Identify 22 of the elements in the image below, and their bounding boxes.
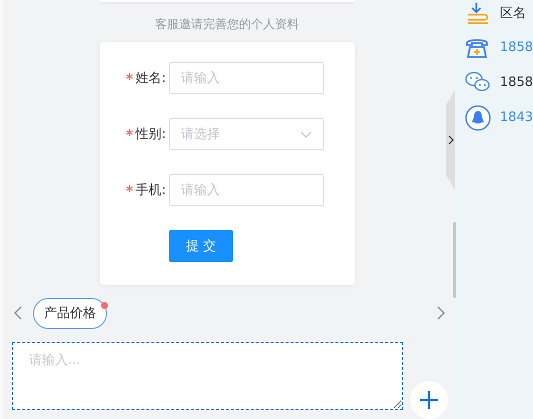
invite-text: 客服邀请完善您的个人资料 (154, 16, 300, 32)
scrollbar[interactable] (453, 222, 456, 298)
field-label: 手机: (136, 182, 166, 199)
gender-select[interactable]: 请选择 (169, 118, 324, 150)
contact-text: 区名 (500, 4, 526, 22)
submit-button[interactable]: 提 交 (169, 230, 233, 262)
chevron-right-icon (448, 135, 454, 145)
input-field[interactable]: 请输入 (169, 62, 324, 94)
chevron-right-icon (437, 306, 445, 320)
quick-reply-chip[interactable]: 产品价格 (33, 298, 107, 328)
contact-link[interactable]: 1858 (500, 40, 533, 55)
chevron-down-icon (300, 130, 312, 138)
field-label: 姓名: (136, 70, 166, 87)
download-tray-icon (465, 2, 491, 24)
input-field[interactable]: 请输入 (169, 174, 324, 206)
add-button[interactable] (410, 381, 448, 419)
contact-link[interactable]: 1843 (500, 110, 533, 125)
penguin-icon (465, 104, 491, 130)
chevron-left-icon (14, 306, 22, 320)
contact-text: 1858 (500, 75, 533, 90)
plus-icon (419, 390, 439, 410)
field-label: 性别: (136, 126, 166, 143)
